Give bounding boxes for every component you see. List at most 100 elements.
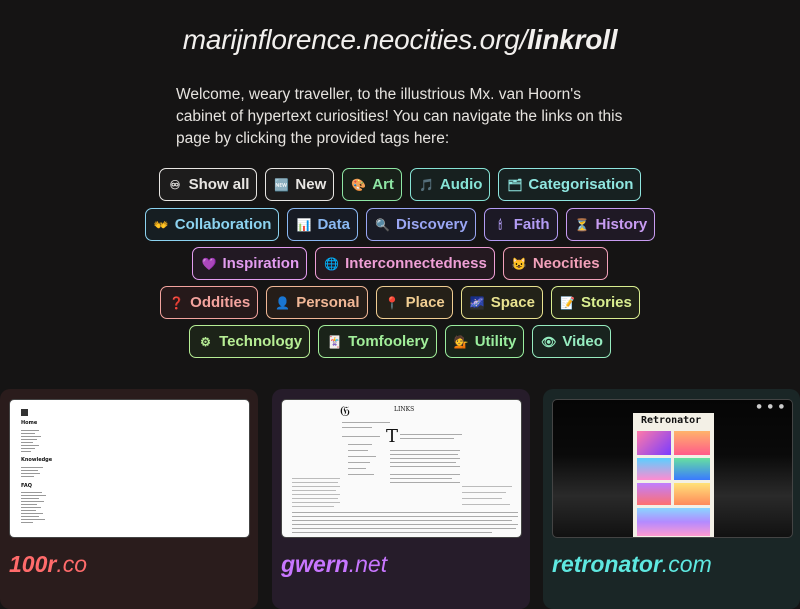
card-index-icon: 🗂 xyxy=(507,177,523,192)
palette-icon: 🎨 xyxy=(351,177,367,192)
tag-label: Show all xyxy=(188,176,250,193)
tag-discovery[interactable]: 🔍 Discovery xyxy=(365,208,476,241)
tag-row: 👐 Collaboration 📊 Data 🔍 Discovery 🕯 Faith ⏳ Hist… xyxy=(0,208,800,241)
preview-section-faq: FAQ xyxy=(21,483,32,489)
card-domain-name: gwern xyxy=(281,551,349,577)
galaxy-icon: 🌌 xyxy=(469,295,485,310)
tag-label: Technology xyxy=(219,333,303,350)
tag-label: Personal xyxy=(296,294,360,311)
link-cards: Home Knowledge FAQ 100r.co 𝔊 LINKS T gwe… xyxy=(0,389,800,609)
worker-icon: 💁 xyxy=(453,334,469,349)
site-preview-gwern: 𝔊 LINKS T xyxy=(281,399,522,538)
preview-logo: Retronator xyxy=(641,415,702,426)
dropcap-icon: T xyxy=(386,426,399,447)
tag-oddities[interactable]: ❓ Oddities xyxy=(160,286,259,319)
gear-icon: ⚙ xyxy=(200,334,211,349)
tag-label: Oddities xyxy=(190,294,251,311)
tag-interconnectedness[interactable]: 🌐 Interconnectedness xyxy=(315,247,495,280)
tag-neocities[interactable]: 😺 Neocities xyxy=(502,247,608,280)
tag-row: ⚙ Technology 🃏 Tomfoolery 💁 Utility 👁 Video xyxy=(0,325,800,358)
tag-video[interactable]: 👁 Video xyxy=(532,325,611,358)
site-preview-retronator: Retronator ● ● ● xyxy=(552,399,793,538)
tag-row: ♾ Show all 🆕 New 🎨 Art 🎵 Audio 🗂 Categorisation xyxy=(0,168,800,201)
link-card-retronator[interactable]: Retronator ● ● ● retronator.com xyxy=(543,389,800,609)
tag-audio[interactable]: 🎵 Audio xyxy=(409,168,491,201)
tag-new[interactable]: 🆕 New xyxy=(265,168,335,201)
tag-label: Collaboration xyxy=(174,216,272,233)
tag-personal[interactable]: 👤 Personal xyxy=(266,286,368,319)
handshake-icon: 👐 xyxy=(153,217,169,232)
card-domain[interactable]: 100r.co xyxy=(9,551,87,578)
tag-label: New xyxy=(295,176,327,193)
tag-label: Interconnectedness xyxy=(345,255,487,272)
page-title: marijnflorence.neocities.org/linkroll xyxy=(0,24,800,56)
preview-section-knowledge: Knowledge xyxy=(21,457,53,463)
window-controls-icon: ● ● ● xyxy=(756,403,786,410)
new-icon: 🆕 xyxy=(274,177,290,192)
tag-tomfoolery[interactable]: 🃏 Tomfoolery xyxy=(318,325,437,358)
music-icon: 🎵 xyxy=(418,177,434,192)
tag-inspiration[interactable]: 💜 Inspiration xyxy=(192,247,308,280)
tag-label: Audio xyxy=(439,176,483,193)
tag-label: Discovery xyxy=(395,216,468,233)
star-box-icon: 🃏 xyxy=(327,334,343,349)
chart-icon: 📊 xyxy=(296,217,312,232)
link-card-100r[interactable]: Home Knowledge FAQ 100r.co xyxy=(0,389,258,609)
tag-label: Categorisation xyxy=(528,176,634,193)
tag-collaboration[interactable]: 👐 Collaboration xyxy=(144,208,280,241)
card-domain-name: retronator xyxy=(552,551,662,577)
retronator-page: Retronator xyxy=(633,413,714,537)
hourglass-icon: ⏳ xyxy=(574,217,590,232)
tag-space[interactable]: 🌌 Space xyxy=(460,286,543,319)
tag-label: Inspiration xyxy=(222,255,300,272)
link-card-gwern[interactable]: 𝔊 LINKS T gwern.net xyxy=(272,389,530,609)
tag-history[interactable]: ⏳ History xyxy=(565,208,656,241)
pin-icon: 📍 xyxy=(384,295,400,310)
card-domain-tld: .net xyxy=(348,551,388,577)
tag-label: Utility xyxy=(474,333,517,350)
tag-stories[interactable]: 📝 Stories xyxy=(550,286,640,319)
tag-label: History xyxy=(595,216,648,233)
page-name: linkroll xyxy=(527,24,618,55)
tag-utility[interactable]: 💁 Utility xyxy=(444,325,525,358)
tag-row: 💜 Inspiration 🌐 Interconnectedness 😺 Neocitie… xyxy=(0,247,800,280)
tag-label: Neocities xyxy=(532,255,600,272)
card-domain-tld: .co xyxy=(56,551,88,577)
infinity-icon: ♾ xyxy=(169,177,181,192)
tag-categorisation[interactable]: 🗂 Categorisation xyxy=(498,168,642,201)
tag-label: Faith xyxy=(513,216,550,233)
intro-text: Welcome, weary traveller, to the illustr… xyxy=(176,86,623,147)
tag-art[interactable]: 🎨 Art xyxy=(342,168,402,201)
globe-icon: 🌐 xyxy=(324,256,340,271)
magnifier-icon: 🔍 xyxy=(374,217,390,232)
card-domain[interactable]: gwern.net xyxy=(281,551,387,578)
card-domain[interactable]: retronator.com xyxy=(552,551,712,578)
tag-label: Video xyxy=(562,333,603,350)
tag-label: Data xyxy=(317,216,350,233)
tag-show-all[interactable]: ♾ Show all xyxy=(158,168,258,201)
person-icon: 👤 xyxy=(275,295,291,310)
gwern-logo-icon: 𝔊 xyxy=(340,404,350,420)
eye-icon: 👁 xyxy=(541,334,557,349)
tag-data[interactable]: 📊 Data xyxy=(287,208,358,241)
tag-faith[interactable]: 🕯 Faith xyxy=(483,208,558,241)
tag-label: Stories xyxy=(580,294,632,311)
tag-label: Place xyxy=(405,294,445,311)
tag-technology[interactable]: ⚙ Technology xyxy=(189,325,311,358)
card-domain-name: 100r xyxy=(9,551,57,577)
site-name: marijnflorence.neocities.org/ xyxy=(182,24,528,55)
tag-label: Art xyxy=(372,176,394,193)
cat-icon: 😺 xyxy=(511,256,527,271)
site-preview-100r: Home Knowledge FAQ xyxy=(9,399,250,538)
tag-label: Tomfoolery xyxy=(348,333,429,350)
preview-heading: LINKS xyxy=(394,406,415,413)
card-domain-tld: .com xyxy=(661,551,712,577)
preview-section-home: Home xyxy=(21,420,38,426)
heart-icon: 💜 xyxy=(201,256,217,271)
tag-row: ❓ Oddities 👤 Personal 📍 Place 🌌 Space 📝 Stories xyxy=(0,286,800,319)
logo-icon xyxy=(21,409,28,416)
candle-icon: 🕯 xyxy=(498,217,502,232)
tag-place[interactable]: 📍 Place xyxy=(375,286,453,319)
tag-label: Space xyxy=(490,294,535,311)
memo-icon: 📝 xyxy=(559,295,575,310)
